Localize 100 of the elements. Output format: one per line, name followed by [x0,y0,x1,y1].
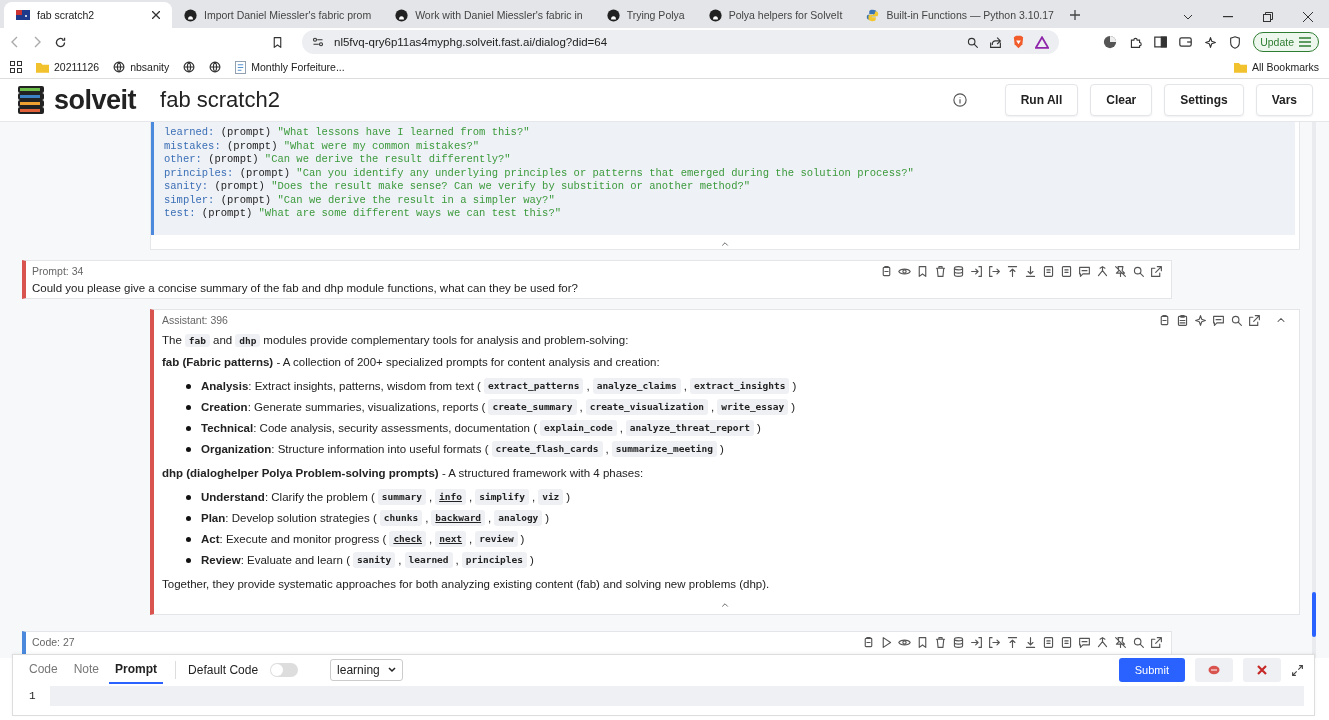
pin-off-icon[interactable] [1114,635,1127,649]
document-icon[interactable] [1042,635,1055,649]
external-link-icon[interactable] [1150,635,1163,649]
comment-icon[interactable] [1078,264,1091,278]
trash-icon[interactable] [934,635,947,649]
header-button[interactable]: Run All [1004,84,1079,116]
text-run: : Generate summaries, visualizations, reports ( [247,399,486,415]
cancel-button[interactable] [1243,658,1281,682]
shield-icon[interactable] [1229,35,1242,49]
code-line: principles: (prompt) "Can you identify any underlying principles or patterns that emerged during the solution process?" [164,166,915,180]
code-link[interactable]: info [435,489,466,505]
submit-button[interactable]: Submit [1118,658,1185,682]
bookmark-item[interactable]: 20211126 [36,61,100,73]
copy-icon[interactable] [880,264,893,278]
plus-icon[interactable] [1069,10,1080,20]
text-run: , [398,552,402,568]
bold-term: Review [201,552,241,568]
bookmark-item[interactable]: Monthly Forfeiture... [235,60,345,74]
reload-icon[interactable] [54,35,67,49]
bookmark-icon[interactable] [271,35,284,49]
info-icon[interactable] [952,93,967,107]
sparkle-icon[interactable] [1194,313,1207,327]
arrow-down-icon[interactable] [1024,264,1037,278]
globe-icon[interactable] [183,61,196,73]
arrow-up-icon[interactable] [1006,264,1019,278]
bookmark-icon[interactable] [916,264,929,278]
browser-tab[interactable]: Polya helpers for SolveIt [696,2,855,28]
apps-grid-icon[interactable] [10,61,22,73]
search-icon[interactable] [1132,264,1145,278]
globe-icon[interactable] [113,61,126,73]
logout-icon[interactable] [988,635,1001,649]
comment-icon[interactable] [1078,635,1091,649]
mode-tab[interactable]: Note [67,656,106,684]
browser-tab[interactable]: Work with Daniel Miessler's fabric in [383,2,595,28]
login-icon[interactable] [970,264,983,278]
code-link[interactable]: check [389,531,426,547]
external-link-icon[interactable] [1248,313,1261,327]
triangle-icon[interactable] [1035,35,1049,49]
code-link[interactable]: next [435,531,467,547]
header-button[interactable]: Vars [1255,84,1313,116]
external-link-icon[interactable] [1150,264,1163,278]
bookmark-item[interactable]: nbsanity [113,61,170,73]
brain-button[interactable] [1195,658,1233,682]
browser-tab[interactable]: Import Daniel Miessler's fabric prom [172,2,384,28]
close-icon[interactable] [152,11,160,19]
pin-off-icon[interactable] [1114,264,1127,278]
merge-icon[interactable] [1096,635,1109,649]
text-run: , [469,531,473,547]
browser-tab[interactable]: fab scratch2 [4,2,172,28]
search-icon[interactable] [966,35,979,49]
close-icon[interactable] [1303,12,1313,22]
browser-tab[interactable]: Trying Polya [594,2,697,28]
database-icon[interactable] [952,264,965,278]
all-bookmarks-item[interactable]: All Bookmarks [1233,61,1319,73]
puzzle-icon[interactable] [1129,35,1143,49]
header-button[interactable]: Settings [1164,84,1244,116]
code-link[interactable]: backward [431,510,486,526]
login-icon[interactable] [970,635,983,649]
bookmark-icon[interactable] [916,635,929,649]
copy-icon[interactable] [1158,313,1171,327]
bullet-icon [186,446,191,452]
document-icon[interactable] [1060,264,1073,278]
document-icon[interactable] [1042,264,1055,278]
copy-icon[interactable] [862,635,875,649]
toggle-switch[interactable] [270,663,299,677]
wallet-icon[interactable] [1179,36,1193,48]
mode-select[interactable]: learning [330,659,403,681]
sidebar-icon[interactable] [1154,36,1168,48]
logout-icon[interactable] [988,264,1001,278]
clipboard-icon[interactable] [1176,313,1189,327]
minimize-icon[interactable] [1223,16,1233,18]
comment-icon[interactable] [1212,313,1225,327]
text-run: ) [720,441,724,457]
expand-icon[interactable] [1291,663,1304,677]
text-run: : Structure information into useful formats ( [271,441,489,457]
chevron-down-icon[interactable] [1183,14,1193,20]
header-button[interactable]: Clear [1090,84,1153,116]
play-icon[interactable] [880,635,893,649]
globe-icon[interactable] [209,61,222,73]
sparkle-icon[interactable] [1204,35,1218,49]
mode-tab[interactable]: Prompt [109,656,164,684]
arrow-up-icon[interactable] [1006,635,1019,649]
prompt-text: Could you please give a concise summary of the fab and dhp module functions, what can they be used for? [32,281,579,294]
pie-icon[interactable] [1103,35,1118,49]
share-icon[interactable] [989,35,1002,49]
restore-icon[interactable] [1263,12,1273,22]
merge-icon[interactable] [1096,264,1109,278]
update-button[interactable]: Update [1253,32,1319,52]
browser-tab[interactable]: Built-in Functions — Python 3.10.17 [854,2,1066,28]
search-icon[interactable] [1132,635,1145,649]
mode-tab[interactable]: Code [23,656,64,684]
database-icon[interactable] [952,635,965,649]
scrollbar-thumb[interactable] [1312,592,1316,637]
search-icon[interactable] [1230,313,1243,327]
document-icon[interactable] [1060,635,1073,649]
address-bar[interactable]: nl5fvq-qry6p11as4myphg.solveit.fast.ai/dialog?did=64 [302,30,1059,54]
site-settings-icon[interactable] [312,36,324,48]
inline-code: create_summary [488,399,577,415]
trash-icon[interactable] [934,264,947,278]
arrow-down-icon[interactable] [1024,635,1037,649]
